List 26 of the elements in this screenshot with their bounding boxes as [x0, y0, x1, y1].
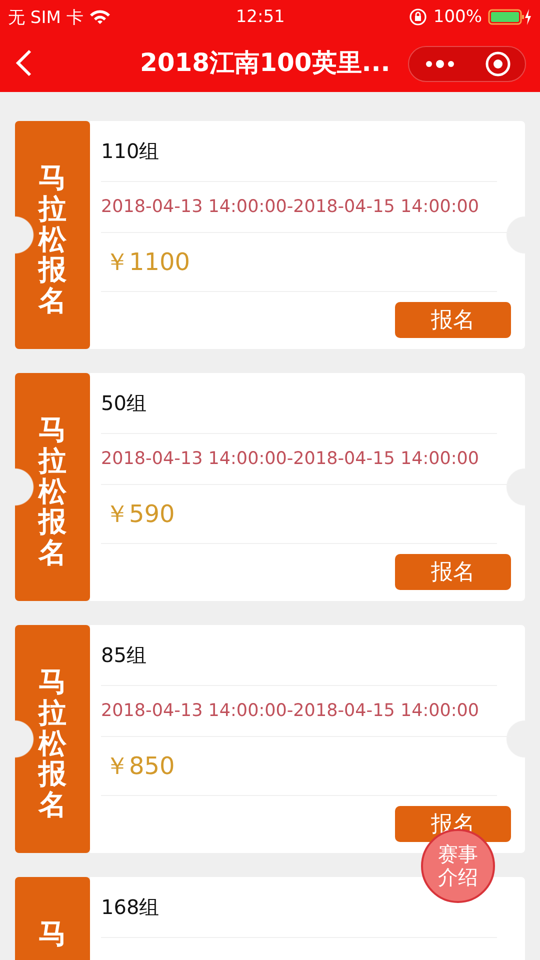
group-name: 85组	[101, 642, 146, 668]
more-icon[interactable]	[424, 59, 456, 69]
group-name: 50组	[101, 390, 146, 416]
price: ￥1100	[105, 247, 190, 278]
group-name: 110组	[101, 138, 160, 164]
group-name: 168组	[101, 894, 160, 920]
price: ￥850	[105, 751, 175, 782]
battery-charging-icon	[488, 8, 532, 26]
stub-label: 马拉松报名	[38, 415, 66, 569]
time-range: 2018-04-13 14:00:00-2018-04-15 14:00:00	[101, 197, 480, 217]
close-icon[interactable]	[484, 51, 510, 77]
time-range: 2018-04-13 14:00:00-2018-04-15 14:00:00	[101, 701, 480, 721]
battery-percent: 100%	[433, 7, 482, 27]
signup-button[interactable]: 报名	[395, 554, 511, 590]
wifi-icon	[89, 9, 112, 25]
page-title: 2018江南100英里...	[140, 47, 390, 79]
status-time: 12:51	[236, 7, 285, 27]
rotation-lock-icon	[409, 8, 428, 26]
back-icon[interactable]	[14, 49, 34, 77]
price: ￥590	[105, 499, 175, 530]
stub-label: 马拉松报名	[38, 667, 66, 821]
stub-label: 马拉松报名	[38, 163, 66, 317]
time-range: 2018-04-13 14:00:00-2018-04-15 14:00:00	[101, 449, 480, 469]
stub-label: 马	[38, 919, 66, 950]
signup-button[interactable]: 报名	[395, 302, 511, 338]
carrier-label: 无 SIM 卡	[8, 6, 84, 28]
